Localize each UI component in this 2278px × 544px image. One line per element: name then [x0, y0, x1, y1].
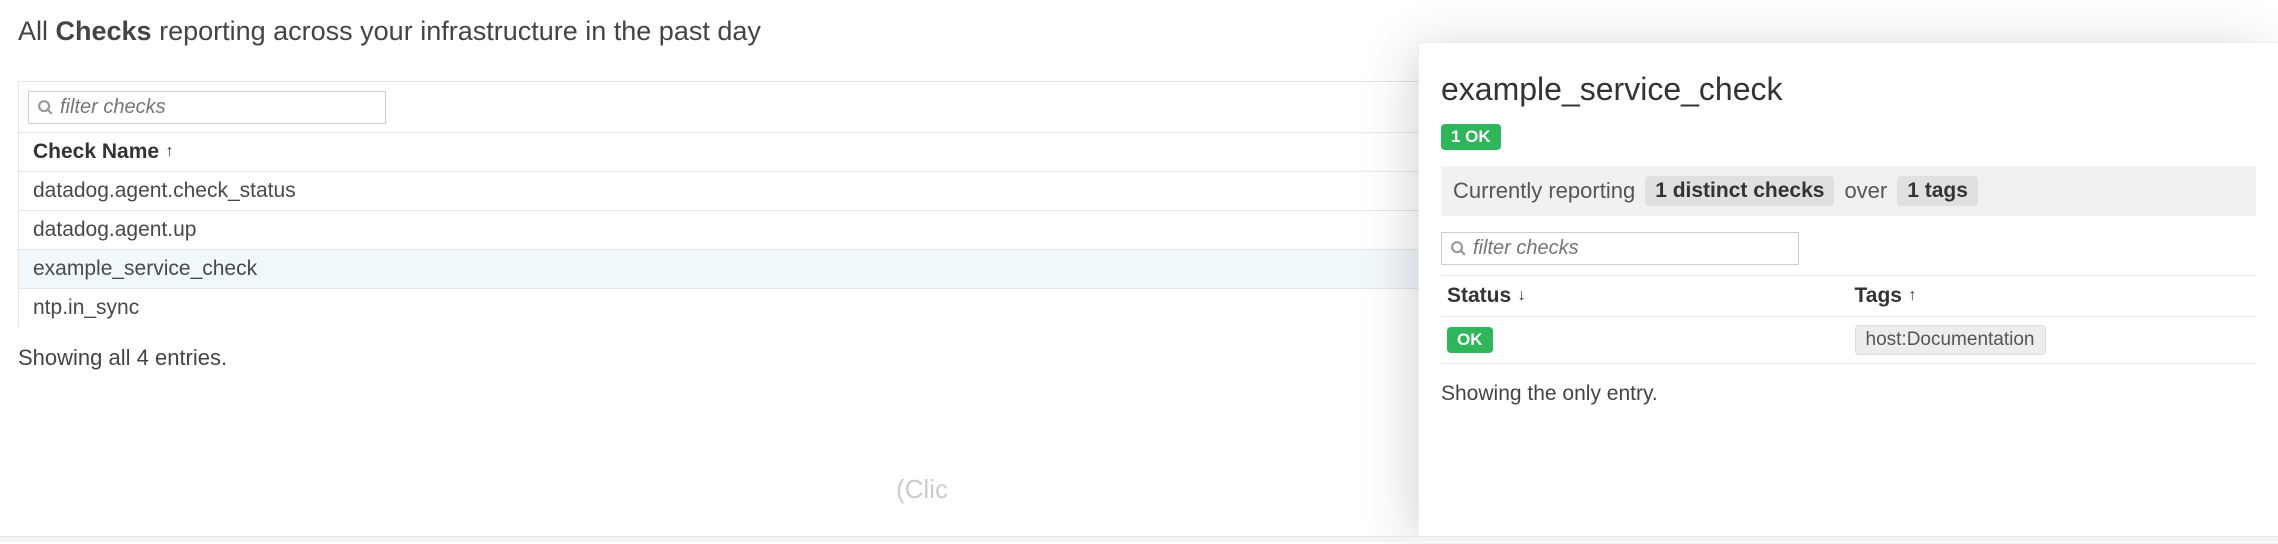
detail-table: Status ↓ Tags ↑ OK host:Documentation [1441, 275, 2256, 364]
title-suffix: reporting across your infrastructure in … [152, 16, 761, 46]
reporting-prefix: Currently reporting [1453, 178, 1635, 204]
footer-divider [0, 536, 2278, 542]
title-prefix: All [18, 16, 56, 46]
col-check-name-label: Check Name [33, 140, 159, 163]
tags-count-pill: 1 tags [1897, 176, 1978, 206]
tag-pill[interactable]: host:Documentation [1855, 325, 2046, 355]
detail-filter-checks-input[interactable] [1473, 237, 1790, 260]
status-ok-badge: OK [1447, 327, 1493, 353]
col-status[interactable]: Status ↓ [1441, 276, 1849, 317]
status-badge: 1 OK [1441, 124, 1501, 150]
filter-checks-input[interactable] [60, 96, 377, 119]
status-cell: OK [1441, 317, 1849, 364]
detail-table-row[interactable]: OK host:Documentation [1441, 317, 2256, 364]
search-icon [1450, 240, 1467, 257]
reporting-summary-bar: Currently reporting 1 distinct checks ov… [1441, 166, 2256, 216]
detail-filter-wrap [1441, 232, 2256, 265]
sort-desc-icon: ↓ [1513, 287, 1525, 304]
detail-title: example_service_check [1441, 71, 2256, 108]
click-hint-text: (Clic [896, 474, 948, 505]
col-status-label: Status [1447, 284, 1511, 307]
filter-box[interactable] [28, 91, 386, 124]
detail-entries-summary: Showing the only entry. [1441, 382, 2256, 406]
tags-cell: host:Documentation [1849, 317, 2257, 364]
col-tags-label: Tags [1855, 284, 1902, 307]
detail-filter-box[interactable] [1441, 232, 1799, 265]
distinct-checks-pill: 1 distinct checks [1645, 176, 1834, 206]
search-icon [37, 99, 54, 116]
title-bold: Checks [56, 16, 152, 46]
sort-asc-icon: ↑ [161, 143, 173, 160]
reporting-mid: over [1844, 178, 1887, 204]
sort-asc-icon: ↑ [1904, 287, 1916, 304]
check-detail-panel: example_service_check 1 OK Currently rep… [1418, 42, 2278, 544]
col-tags[interactable]: Tags ↑ [1849, 276, 2257, 317]
